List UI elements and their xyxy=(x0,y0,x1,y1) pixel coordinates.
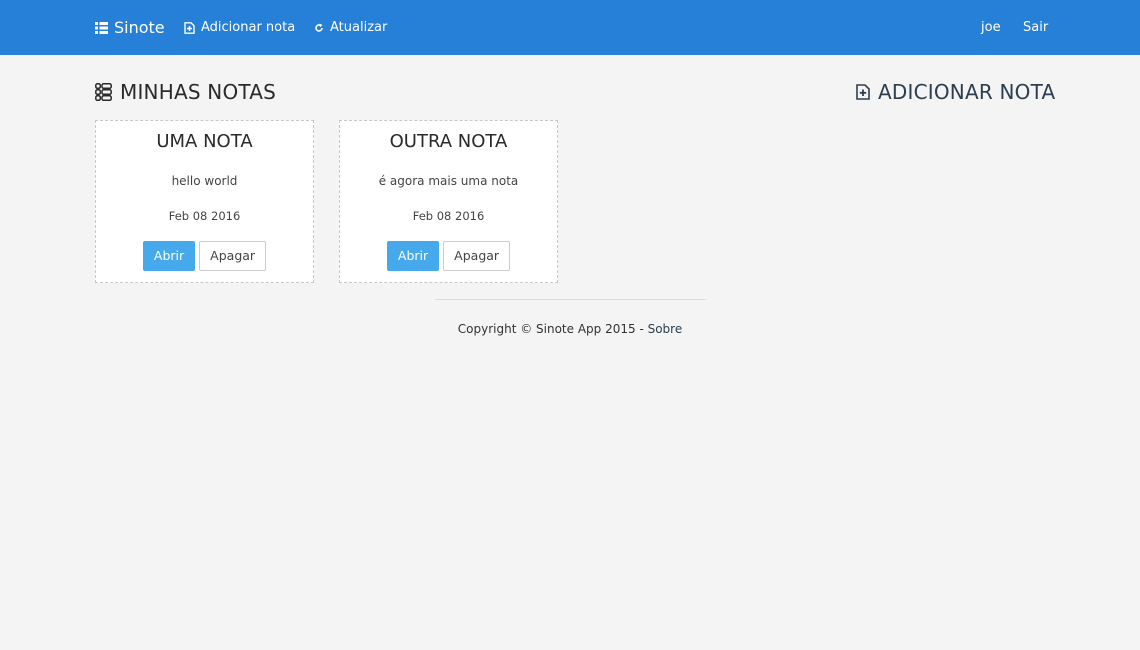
note-date: Feb 08 2016 xyxy=(168,209,241,223)
copyright-text: Copyright © Sinote App 2015 - xyxy=(457,322,648,336)
nav-logout[interactable]: Sair xyxy=(1023,0,1048,55)
note-actions: Abrir Apagar xyxy=(96,241,313,271)
footer: Copyright © Sinote App 2015 - Sobre xyxy=(0,322,1140,336)
note-card: UMA NOTA hello world Feb 08 2016 Abrir A… xyxy=(95,120,314,283)
refresh-icon xyxy=(315,23,323,32)
top-navbar: Sinote Adicionar nota Atualizar joe Sair xyxy=(0,0,1140,55)
open-note-button[interactable]: Abrir xyxy=(142,241,196,271)
note-actions: Abrir Apagar xyxy=(340,241,557,271)
about-link[interactable]: Sobre xyxy=(648,322,683,336)
note-title: OUTRA NOTA xyxy=(389,131,508,152)
footer-divider xyxy=(435,299,706,300)
notes-heading: MINHAS NOTAS xyxy=(95,79,276,105)
delete-note-button[interactable]: Apagar xyxy=(199,241,267,271)
notes-heading-label: MINHAS NOTAS xyxy=(120,80,277,104)
note-date: Feb 08 2016 xyxy=(412,209,485,223)
plus-file-icon xyxy=(856,84,870,100)
nav-add-note[interactable]: Adicionar nota xyxy=(184,0,295,55)
brand-link[interactable]: Sinote xyxy=(95,0,165,55)
add-note-heading-label: ADICIONAR NOTA xyxy=(878,80,1056,104)
list-icon xyxy=(95,21,108,34)
brand-label: Sinote xyxy=(114,18,165,37)
note-title: UMA NOTA xyxy=(156,131,253,152)
note-body: é agora mais uma nota xyxy=(378,174,519,188)
add-note-heading[interactable]: ADICIONAR NOTA xyxy=(856,79,1055,105)
list-alt-icon xyxy=(95,83,112,101)
nav-add-note-label: Adicionar nota xyxy=(201,20,296,35)
nav-refresh[interactable]: Atualizar xyxy=(314,0,387,55)
note-card: OUTRA NOTA é agora mais uma nota Feb 08 … xyxy=(339,120,558,283)
nav-user[interactable]: joe xyxy=(981,0,1001,55)
note-body: hello world xyxy=(171,174,238,188)
plus-file-icon xyxy=(184,21,195,34)
nav-refresh-label: Atualizar xyxy=(330,20,388,35)
open-note-button[interactable]: Abrir xyxy=(386,241,440,271)
delete-note-button[interactable]: Apagar xyxy=(443,241,511,271)
